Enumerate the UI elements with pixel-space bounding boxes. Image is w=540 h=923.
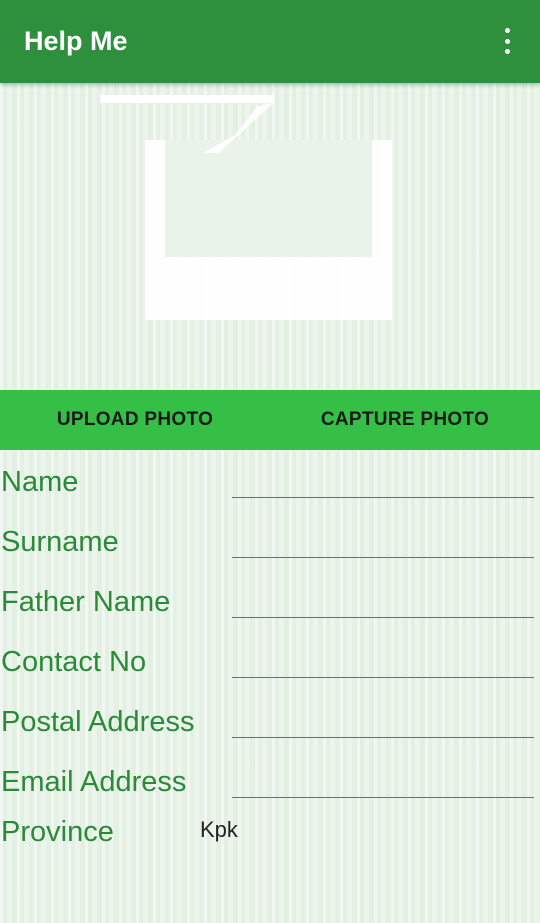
- overflow-menu-icon[interactable]: [492, 26, 522, 56]
- email-address-field[interactable]: [232, 768, 534, 798]
- postal-address-row: Postal Address: [0, 692, 540, 752]
- father-name-field[interactable]: [232, 588, 534, 618]
- contact-row: Contact No: [0, 632, 540, 692]
- surname-row: Surname: [0, 512, 540, 572]
- father-name-row: Father Name: [0, 572, 540, 632]
- province-label: Province: [1, 816, 114, 848]
- province-spinner[interactable]: Kpk: [200, 817, 238, 843]
- postal-address-field[interactable]: [232, 708, 534, 738]
- upload-photo-button[interactable]: UPLOAD PHOTO: [0, 390, 270, 450]
- postal-address-label: Postal Address: [1, 706, 195, 738]
- image-placeholder-icon: [100, 95, 392, 320]
- email-address-row: Email Address: [0, 752, 540, 812]
- capture-photo-button[interactable]: CAPTURE PHOTO: [270, 390, 540, 450]
- name-field[interactable]: [232, 468, 534, 498]
- surname-field[interactable]: [232, 528, 534, 558]
- contact-label: Contact No: [1, 646, 147, 678]
- father-name-label: Father Name: [1, 586, 171, 618]
- name-row: Name: [0, 452, 540, 512]
- contact-field[interactable]: [232, 648, 534, 678]
- app-title: Help Me: [24, 26, 128, 56]
- app-bar: Help Me: [0, 0, 540, 83]
- name-label: Name: [1, 466, 79, 498]
- surname-label: Surname: [1, 526, 119, 558]
- photo-preview: [0, 83, 540, 390]
- photo-action-bar: UPLOAD PHOTO CAPTURE PHOTO: [0, 390, 540, 450]
- email-address-label: Email Address: [1, 766, 187, 798]
